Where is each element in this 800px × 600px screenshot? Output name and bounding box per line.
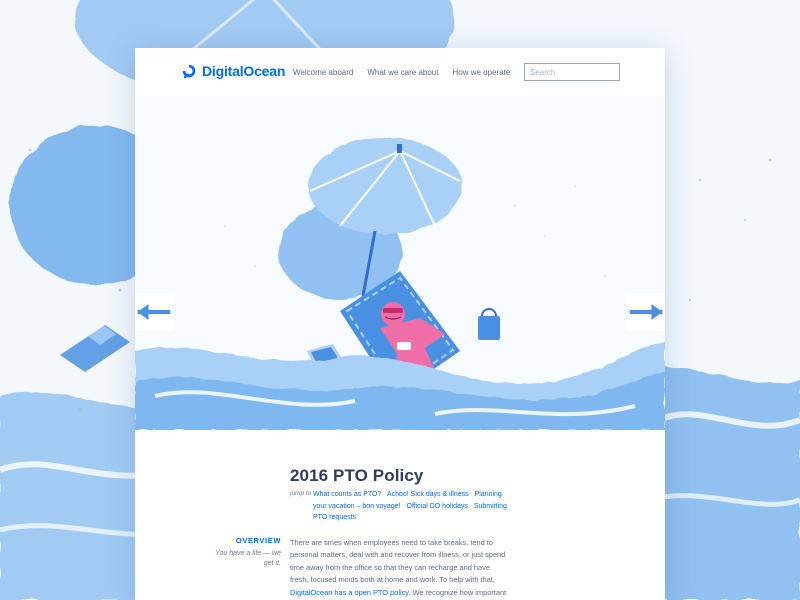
jump-links: What counts as PTO? Achoo! Sick days & i… bbox=[313, 489, 515, 524]
brand-name: DigitalOcean bbox=[202, 63, 286, 79]
digitalocean-logo-icon bbox=[182, 64, 196, 79]
page-title: 2016 PTO Policy bbox=[290, 466, 424, 485]
page-card: DigitalOcean Welcome aboard What we care… bbox=[135, 48, 665, 600]
arrow-left-icon bbox=[137, 303, 171, 321]
search-input[interactable] bbox=[524, 63, 620, 81]
hero-illustration bbox=[135, 96, 665, 430]
jump-to-label: jump to bbox=[290, 490, 312, 497]
carousel-prev-button[interactable] bbox=[135, 293, 173, 331]
brand-logo[interactable]: DigitalOcean bbox=[180, 62, 285, 80]
open-pto-policy-link[interactable]: DigitalOcean has a open PTO policy. bbox=[290, 588, 411, 597]
jump-link-holidays[interactable]: Official DO holidays bbox=[407, 503, 468, 510]
arrow-right-icon bbox=[629, 303, 663, 321]
nav-item-how-we-operate[interactable]: How we operate bbox=[452, 68, 510, 77]
main-nav: Welcome aboard What we care about How we… bbox=[293, 68, 510, 77]
nav-item-what-we-care-about[interactable]: What we care about bbox=[367, 68, 438, 77]
overview-body-tail: We recognize how important bbox=[412, 587, 507, 597]
top-navigation-bar: DigitalOcean Welcome aboard What we care… bbox=[135, 48, 665, 96]
jump-link-sick-days[interactable]: Achoo! Sick days & illness bbox=[387, 491, 469, 498]
carousel-next-button[interactable] bbox=[627, 293, 665, 331]
overview-heading: OVERVIEW bbox=[235, 536, 281, 545]
nav-item-welcome-aboard[interactable]: Welcome aboard bbox=[293, 68, 353, 77]
overview-body: There are times when employees need to t… bbox=[290, 537, 510, 599]
article-content: 2016 PTO Policy jump to What counts as P… bbox=[135, 430, 665, 600]
overview-body-text: There are times when employees need to t… bbox=[290, 538, 506, 585]
beach-scene bbox=[135, 96, 665, 430]
jump-link-what-counts[interactable]: What counts as PTO? bbox=[313, 491, 381, 498]
overview-subtitle: You have a life — we get it. bbox=[215, 550, 281, 567]
